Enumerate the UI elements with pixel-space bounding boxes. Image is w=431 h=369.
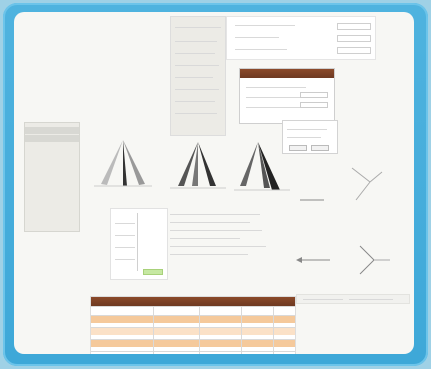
tripod-figure-2 (160, 130, 234, 198)
text-block (170, 208, 290, 278)
left-nav (24, 122, 80, 232)
tripod-figure-1 (86, 130, 160, 198)
table-band (91, 315, 295, 323)
text-field[interactable] (337, 23, 371, 30)
document-sheet (14, 12, 414, 354)
settings-column (110, 208, 168, 280)
text-field[interactable] (337, 35, 371, 42)
table-header (91, 297, 295, 306)
nav-item[interactable] (25, 185, 79, 192)
cancel-button[interactable] (311, 145, 329, 151)
nav-item[interactable] (25, 145, 79, 152)
right-strip (296, 294, 410, 304)
nav-item[interactable] (25, 127, 79, 134)
data-table (90, 296, 296, 354)
tripod-figure-3 (224, 130, 298, 198)
nav-item[interactable] (25, 165, 79, 172)
status-chip (143, 269, 163, 275)
nav-item[interactable] (25, 135, 79, 142)
popup-dialog (239, 68, 335, 124)
nav-item[interactable] (25, 215, 79, 222)
table-band (91, 339, 295, 347)
popup-title (240, 69, 334, 78)
nav-item[interactable] (25, 155, 79, 162)
settings-form (226, 16, 376, 60)
popup-field[interactable] (300, 92, 328, 98)
popup-field[interactable] (300, 102, 328, 108)
nav-item[interactable] (25, 205, 79, 212)
text-field[interactable] (337, 47, 371, 54)
nav-item[interactable] (25, 175, 79, 182)
flow-diagram (290, 152, 410, 282)
table-band (91, 327, 295, 335)
nav-item[interactable] (25, 195, 79, 202)
settings-panel-left (170, 16, 226, 136)
